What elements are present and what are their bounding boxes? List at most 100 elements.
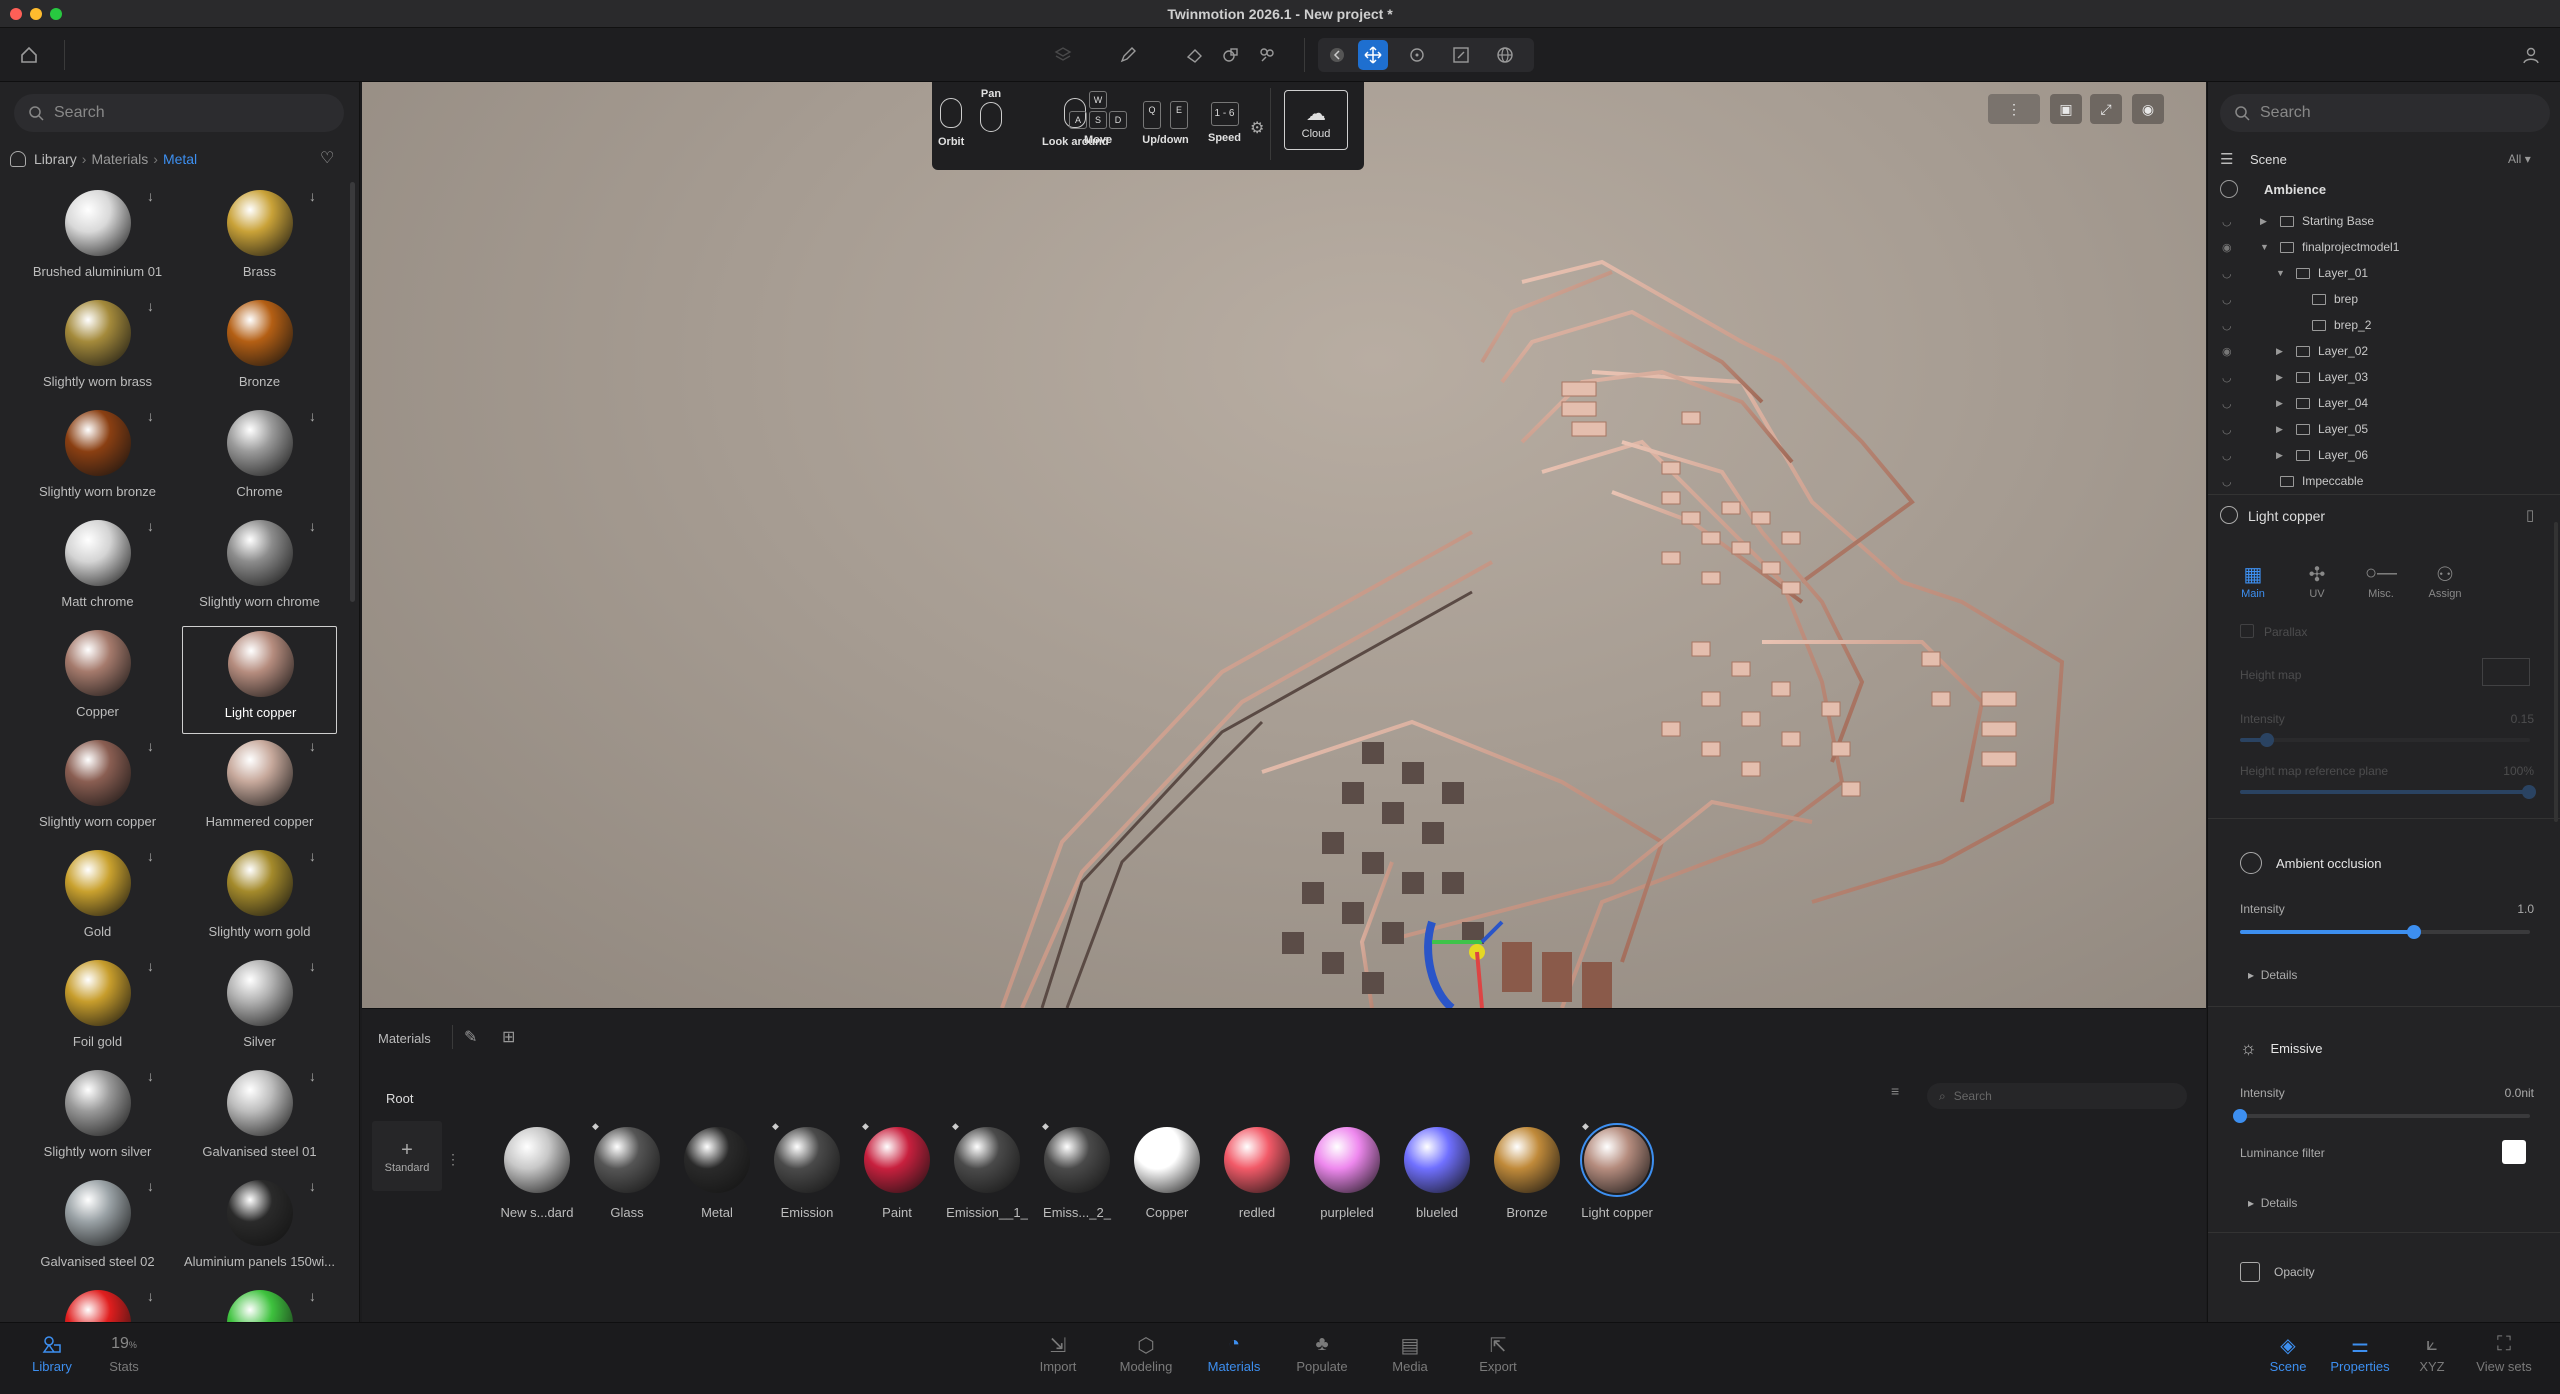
eye-icon[interactable]: ◉ bbox=[2222, 345, 2232, 358]
shapes-icon[interactable] bbox=[1216, 40, 1246, 70]
download-arrow-icon[interactable]: ↓ bbox=[309, 958, 316, 974]
chevron-right-icon[interactable]: ▶ bbox=[2276, 372, 2286, 383]
scene-tree-item[interactable]: ◡ brep_2 bbox=[2208, 312, 2560, 338]
scene-search-input[interactable]: Search bbox=[2220, 94, 2550, 132]
download-arrow-icon[interactable]: ↓ bbox=[309, 738, 316, 754]
library-material-item[interactable]: ↓ Slightly worn brass bbox=[20, 296, 175, 404]
download-arrow-icon[interactable]: ↓ bbox=[147, 188, 154, 204]
chevron-right-icon[interactable]: ▶ bbox=[2260, 216, 2270, 227]
eye-hidden-icon[interactable]: ◡ bbox=[2222, 215, 2232, 228]
scene-tree-item[interactable]: ◡ ▶ Layer_03 bbox=[2208, 364, 2560, 390]
chevron-right-icon[interactable]: ▶ bbox=[2276, 450, 2286, 461]
ao-details-expander[interactable]: ▸ Details bbox=[2248, 968, 2297, 982]
library-material-item[interactable]: ↓ Foil gold bbox=[20, 956, 175, 1064]
scene-material-item[interactable]: redled bbox=[1218, 1119, 1296, 1220]
scene-material-item[interactable]: ◆ Emission bbox=[768, 1119, 846, 1220]
scene-tree-item[interactable]: ◡ Impeccable bbox=[2208, 468, 2560, 494]
download-arrow-icon[interactable]: ↓ bbox=[147, 958, 154, 974]
tab-import[interactable]: ⇲ Import bbox=[1018, 1333, 1098, 1374]
library-material-item[interactable]: ↓ Slightly worn copper bbox=[20, 736, 175, 844]
home-icon[interactable] bbox=[14, 40, 44, 70]
library-material-item[interactable]: ↓ Brass bbox=[182, 186, 337, 294]
library-material-item[interactable]: Copper bbox=[20, 626, 175, 734]
breadcrumb-materials[interactable]: Materials bbox=[91, 151, 148, 167]
3d-viewport[interactable]: Orbit Pan Look around W ASD Move QE Up/d… bbox=[362, 82, 2206, 1008]
globe-icon[interactable] bbox=[1490, 40, 1520, 70]
download-arrow-icon[interactable]: ↓ bbox=[147, 1068, 154, 1084]
eye-hidden-icon[interactable]: ◡ bbox=[2222, 475, 2232, 488]
library-material-item[interactable]: ↓ Hammered copper bbox=[182, 736, 337, 844]
tab-properties[interactable]: ⚌ Properties bbox=[2324, 1333, 2396, 1374]
download-arrow-icon[interactable]: ↓ bbox=[309, 408, 316, 424]
parallax-intensity-slider[interactable] bbox=[2240, 733, 2530, 747]
download-arrow-icon[interactable]: ↓ bbox=[147, 518, 154, 534]
download-arrow-icon[interactable]: ↓ bbox=[147, 298, 154, 314]
tab-stats[interactable]: 19% Stats bbox=[84, 1333, 164, 1374]
library-material-item[interactable]: ↓ Galvanised steel 01 bbox=[182, 1066, 337, 1174]
scene-material-item[interactable]: ◆ Light copper bbox=[1578, 1119, 1656, 1220]
library-material-item[interactable]: ↓ Aluminium panels 150wi... bbox=[182, 1176, 337, 1284]
paint-brush-icon[interactable] bbox=[1252, 40, 1282, 70]
tab-materials[interactable]: ◔ Materials bbox=[1194, 1333, 1274, 1374]
library-material-item[interactable]: ↓ Matt chrome bbox=[20, 516, 175, 624]
tab-view-sets[interactable]: ⛶ View sets bbox=[2468, 1333, 2540, 1374]
height-map-slot[interactable] bbox=[2482, 658, 2530, 686]
eye-hidden-icon[interactable]: ◡ bbox=[2222, 319, 2232, 332]
scene-tree-item[interactable]: ◡ brep bbox=[2208, 286, 2560, 312]
library-material-item[interactable]: ↓ Gold bbox=[20, 846, 175, 954]
opacity-section[interactable]: Opacity bbox=[2240, 1262, 2315, 1282]
cloud-button[interactable]: ☁ Cloud bbox=[1284, 90, 1348, 150]
library-material-item[interactable]: ↓ Chrome bbox=[182, 406, 337, 514]
scene-material-item[interactable]: ◆ Emission__1_ bbox=[946, 1119, 1028, 1220]
tab-xyz[interactable]: ⟀ XYZ bbox=[2396, 1333, 2468, 1374]
scene-tree-item[interactable]: ◉ ▼ finalprojectmodel1 bbox=[2208, 234, 2560, 260]
property-tab-misc[interactable]: ○— Misc. bbox=[2356, 562, 2406, 600]
chevron-right-icon[interactable]: ▶ bbox=[2276, 398, 2286, 409]
ambience-item[interactable]: Ambience bbox=[2264, 182, 2326, 197]
chevron-right-icon[interactable]: ▶ bbox=[2276, 346, 2286, 357]
add-standard-material-button[interactable]: + Standard bbox=[372, 1121, 442, 1191]
hm-ref-plane-slider[interactable] bbox=[2240, 785, 2536, 799]
library-material-item[interactable]: Bronze bbox=[182, 296, 337, 404]
emissive-intensity-slider[interactable] bbox=[2233, 1109, 2530, 1123]
eye-hidden-icon[interactable]: ◡ bbox=[2222, 267, 2232, 280]
download-arrow-icon[interactable]: ↓ bbox=[309, 1068, 316, 1084]
library-scrollbar[interactable] bbox=[350, 182, 355, 602]
download-arrow-icon[interactable]: ↓ bbox=[147, 1288, 154, 1304]
download-arrow-icon[interactable]: ↓ bbox=[309, 1178, 316, 1194]
library-material-item[interactable]: ↓ Brushed aluminium 01 bbox=[20, 186, 175, 294]
library-material-item[interactable]: ↓ Slightly worn gold bbox=[182, 846, 337, 954]
scene-material-item[interactable]: Bronze bbox=[1488, 1119, 1566, 1220]
library-material-item[interactable]: ↓ Slightly worn silver bbox=[20, 1066, 175, 1174]
eye-hidden-icon[interactable]: ◡ bbox=[2222, 371, 2232, 384]
scene-tree-item[interactable]: ◉ ▶ Layer_02 bbox=[2208, 338, 2560, 364]
scene-filter-dropdown[interactable]: All ▾ bbox=[2508, 152, 2531, 166]
filter-icon[interactable]: ≡ bbox=[1891, 1083, 1899, 1099]
scale-tool-icon[interactable] bbox=[1446, 40, 1476, 70]
download-arrow-icon[interactable]: ↓ bbox=[147, 1178, 154, 1194]
chevron-right-icon[interactable]: ▶ bbox=[2276, 424, 2286, 435]
ao-intensity-slider[interactable] bbox=[2240, 925, 2530, 939]
download-arrow-icon[interactable]: ↓ bbox=[147, 738, 154, 754]
visibility-eye-icon[interactable]: ◉ bbox=[2132, 94, 2164, 124]
properties-scrollbar[interactable] bbox=[2554, 522, 2558, 822]
download-arrow-icon[interactable]: ↓ bbox=[309, 188, 316, 204]
emissive-details-expander[interactable]: ▸ Details bbox=[2248, 1196, 2297, 1210]
property-tab-assign[interactable]: ⚇ Assign bbox=[2420, 562, 2470, 600]
materials-search-input[interactable]: ⌕ Search bbox=[1927, 1083, 2187, 1109]
scene-tree-item[interactable]: ◡ ▶ Starting Base bbox=[2208, 208, 2560, 234]
expand-icon[interactable]: ⤢ bbox=[2090, 94, 2122, 124]
property-tab-uv[interactable]: ✣ UV bbox=[2292, 562, 2342, 600]
nav-settings-gear-icon[interactable]: ⚙ bbox=[1250, 118, 1264, 138]
download-arrow-icon[interactable]: ↓ bbox=[147, 848, 154, 864]
download-arrow-icon[interactable]: ↓ bbox=[309, 518, 316, 534]
scene-material-item[interactable]: Copper bbox=[1128, 1119, 1206, 1220]
download-arrow-icon[interactable]: ↓ bbox=[309, 848, 316, 864]
library-material-item[interactable]: Light copper bbox=[182, 626, 337, 734]
luminance-filter-swatch[interactable] bbox=[2502, 1140, 2526, 1164]
parallax-checkbox[interactable] bbox=[2240, 624, 2254, 638]
breadcrumb-library[interactable]: Library bbox=[34, 151, 77, 167]
screenshot-icon[interactable]: ▣ bbox=[2050, 94, 2082, 124]
chevron-down-icon[interactable]: ▼ bbox=[2276, 268, 2286, 278]
eye-hidden-icon[interactable]: ◡ bbox=[2222, 397, 2232, 410]
